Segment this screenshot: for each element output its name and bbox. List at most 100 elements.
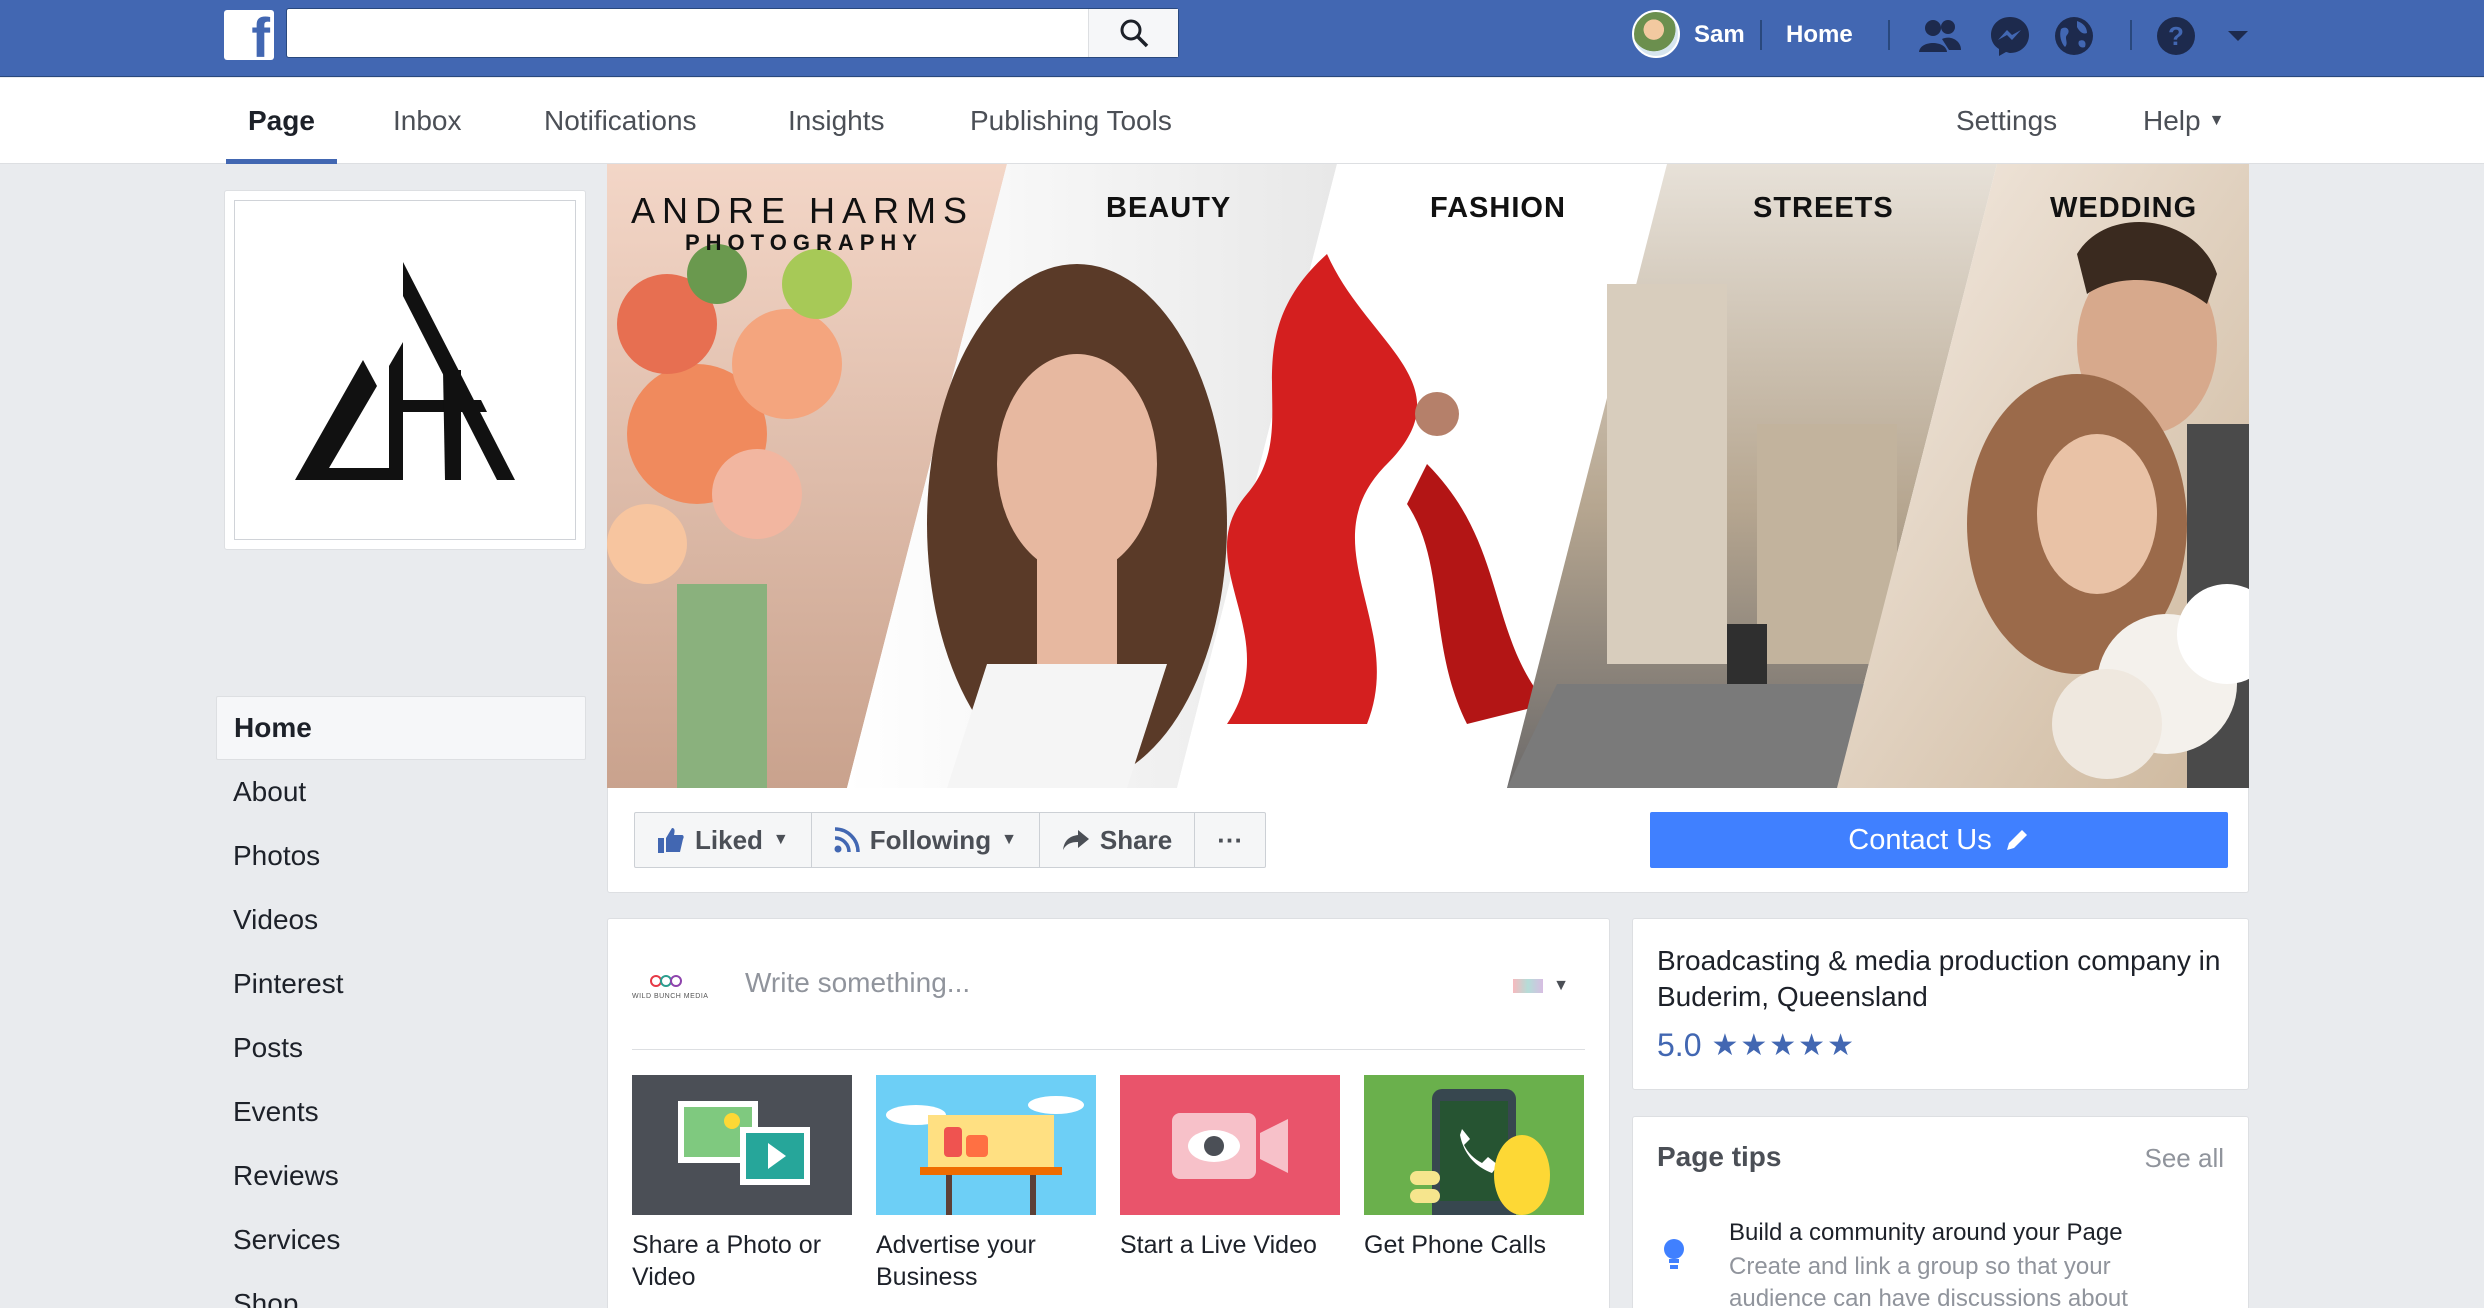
rating-value: 5.0 xyxy=(1657,1027,1702,1063)
tab-page[interactable]: Page xyxy=(226,78,337,164)
more-options-button[interactable]: ··· xyxy=(1195,813,1265,867)
left-nav-posts[interactable]: Posts xyxy=(216,1016,586,1080)
lightbulb-icon xyxy=(1664,1239,1684,1269)
cover-label-streets: STREETS xyxy=(1753,192,1894,224)
left-nav-videos[interactable]: Videos xyxy=(216,888,586,952)
caret-down-icon: ▼ xyxy=(1001,831,1017,848)
ah-logo-icon xyxy=(295,262,515,480)
left-nav-services[interactable]: Services xyxy=(216,1208,586,1272)
home-link[interactable]: Home xyxy=(1786,0,1853,70)
composer-actions: Share a Photo or Video Advertise your Bu… xyxy=(632,1075,1584,1293)
tip-title[interactable]: Build a community around your Page xyxy=(1729,1219,2123,1247)
cover-collage xyxy=(607,164,2249,788)
tile-label: Share a Photo or Video xyxy=(632,1231,822,1291)
page-action-bar: Liked ▼ Following ▼ Share ··· Contact Us xyxy=(607,788,2249,893)
page-rating[interactable]: 5.0 ★★★★★ xyxy=(1657,1027,2224,1064)
share-photo-video-tile[interactable]: Share a Photo or Video xyxy=(632,1075,852,1293)
left-nav-about[interactable]: About xyxy=(216,760,586,824)
search-icon xyxy=(1120,19,1148,48)
caret-down-icon: ▼ xyxy=(2208,112,2225,129)
liked-button[interactable]: Liked ▼ xyxy=(635,813,812,867)
cover-brand-title: ANDRE HARMS xyxy=(631,190,975,231)
search-box xyxy=(286,8,1179,58)
tab-inbox[interactable]: Inbox xyxy=(393,78,462,164)
divider xyxy=(1888,20,1890,50)
star-rating-icon: ★★★★★ xyxy=(1711,1029,1856,1062)
rss-icon xyxy=(834,827,860,853)
billboard-icon xyxy=(876,1075,1096,1215)
page-avatar-label: WILD BUNCH MEDIA xyxy=(632,993,709,1000)
tab-settings[interactable]: Settings xyxy=(1956,78,2057,164)
left-nav-events[interactable]: Events xyxy=(216,1080,586,1144)
more-label: ··· xyxy=(1217,824,1244,855)
caret-down-icon: ▼ xyxy=(772,831,789,848)
left-nav-photos[interactable]: Photos xyxy=(216,824,586,888)
following-label: Following xyxy=(869,824,992,855)
messenger-icon[interactable] xyxy=(1988,14,2032,58)
friends-icon[interactable] xyxy=(1918,14,1962,58)
write-something-input[interactable]: Write something... xyxy=(745,967,970,999)
page-category-description: Broadcasting & media production company … xyxy=(1657,945,2221,1012)
search-input[interactable] xyxy=(297,17,1057,49)
photo-video-icon xyxy=(632,1075,852,1215)
left-nav-reviews[interactable]: Reviews xyxy=(216,1144,586,1208)
left-nav-pinterest[interactable]: Pinterest xyxy=(216,952,586,1016)
page-subnav: Page Inbox Notifications Insights Publis… xyxy=(0,78,2484,164)
cover-photo[interactable]: ANDRE HARMS PHOTOGRAPHY BEAUTY FASHION S… xyxy=(607,164,2249,788)
contact-us-button[interactable]: Contact Us xyxy=(1650,812,2228,868)
tile-label: Start a Live Video xyxy=(1120,1231,1317,1259)
cover-label-wedding: WEDDING xyxy=(2050,192,2198,224)
post-composer: WILD BUNCH MEDIA Write something... ▼ Sh… xyxy=(607,918,1610,1308)
wild-bunch-logo-icon xyxy=(650,975,682,987)
page-tips-card: Page tips See all Build a community arou… xyxy=(1632,1116,2249,1308)
tile-label: Get Phone Calls xyxy=(1364,1231,1547,1259)
page-left-nav: Home About Photos Videos Pinterest Posts… xyxy=(216,696,586,1308)
pencil-icon xyxy=(2006,830,2027,850)
facebook-logo-icon[interactable]: f xyxy=(224,10,274,60)
mini-avatar-icon xyxy=(1513,979,1544,993)
page-avatar: WILD BUNCH MEDIA xyxy=(632,967,712,1007)
caret-down-icon[interactable] xyxy=(2216,14,2260,58)
page-action-buttons: Liked ▼ Following ▼ Share ··· xyxy=(634,812,1267,868)
phone-calls-icon xyxy=(1364,1075,1584,1215)
globe-icon[interactable] xyxy=(2052,14,2096,58)
caret-down-icon: ▼ xyxy=(1553,977,1569,994)
left-nav-home[interactable]: Home xyxy=(216,696,586,760)
profile-picture-frame xyxy=(234,200,576,540)
live-video-icon xyxy=(1120,1075,1340,1215)
post-as-dropdown[interactable]: ▼ xyxy=(1513,977,1569,995)
thumbs-up-icon xyxy=(658,828,684,853)
left-nav-shop[interactable]: Shop xyxy=(216,1272,586,1308)
contact-us-label: Contact Us xyxy=(1848,823,1992,856)
svg-text:?: ? xyxy=(2168,21,2184,51)
profile-picture[interactable] xyxy=(224,190,586,550)
divider xyxy=(1760,20,1762,50)
share-label: Share xyxy=(1099,824,1173,855)
user-name-link[interactable]: Sam xyxy=(1694,0,1745,70)
share-arrow-icon xyxy=(1062,830,1089,850)
top-bar: f Sam Home ? xyxy=(0,0,2484,77)
following-button[interactable]: Following ▼ xyxy=(812,813,1040,867)
tab-notifications[interactable]: Notifications xyxy=(544,78,697,164)
cover-brand-subtitle: PHOTOGRAPHY xyxy=(685,230,923,255)
share-button[interactable]: Share xyxy=(1040,813,1196,867)
cover-label-fashion: FASHION xyxy=(1430,192,1566,224)
page-tips-title: Page tips xyxy=(1657,1141,1782,1172)
avatar[interactable] xyxy=(1632,10,1680,58)
start-live-video-tile[interactable]: Start a Live Video xyxy=(1120,1075,1340,1293)
cover-label-beauty: BEAUTY xyxy=(1106,192,1232,224)
tile-label: Advertise your Business xyxy=(876,1231,1036,1291)
see-all-link[interactable]: See all xyxy=(2145,1143,2225,1174)
tab-insights[interactable]: Insights xyxy=(788,78,885,164)
about-card: Broadcasting & media production company … xyxy=(1632,918,2249,1090)
search-button[interactable] xyxy=(1088,9,1178,57)
help-icon[interactable]: ? xyxy=(2154,14,2198,58)
liked-label: Liked xyxy=(695,824,763,855)
get-phone-calls-tile[interactable]: Get Phone Calls xyxy=(1364,1075,1584,1293)
tip-description: Create and link a group so that your aud… xyxy=(1729,1253,2128,1308)
tab-publishing-tools[interactable]: Publishing Tools xyxy=(970,78,1172,164)
advertise-business-tile[interactable]: Advertise your Business xyxy=(876,1075,1096,1293)
divider xyxy=(2130,20,2132,50)
tab-help[interactable]: Help ▼ xyxy=(2143,78,2224,164)
divider xyxy=(632,1049,1585,1050)
